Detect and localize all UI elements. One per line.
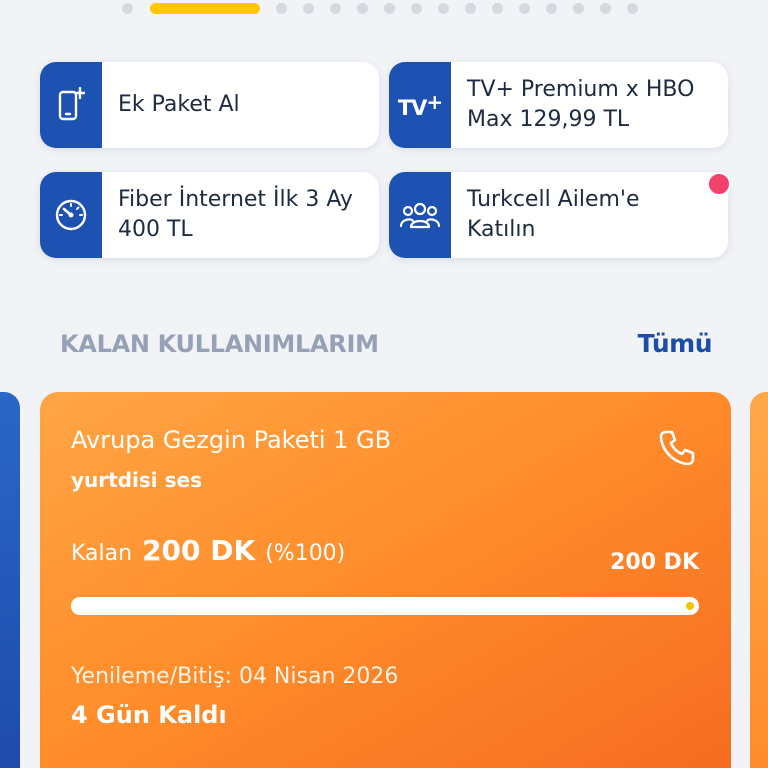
tv-plus-icon: TV+	[389, 62, 451, 148]
tv-logo-plus: +	[426, 90, 443, 114]
page-dot[interactable]	[546, 3, 557, 14]
section-title: KALAN KULLANIMLARIM	[60, 330, 379, 358]
page-dot[interactable]	[465, 3, 476, 14]
remaining-percent: (%100)	[265, 541, 346, 566]
page-dot[interactable]	[573, 3, 584, 14]
remaining-value: 200 DK	[142, 534, 256, 567]
remaining-label: Kalan	[71, 541, 133, 566]
quick-action-label: TV+ Premium x HBO Max 129,99 TL	[467, 77, 695, 132]
quick-action-label: Ek Paket Al	[118, 92, 240, 117]
quick-action-turkcell-ailem[interactable]: Turkcell Ailem'e Katılın	[389, 172, 728, 258]
package-name: Avrupa Gezgin Paketi 1 GB	[71, 426, 392, 454]
quick-action-label: Fiber İnternet İlk 3 Ay 400 TL	[118, 187, 353, 242]
usage-progress-bar	[71, 597, 699, 615]
page-dot[interactable]	[600, 3, 611, 14]
see-all-link[interactable]: Tümü	[638, 329, 713, 358]
page-indicator	[0, 3, 768, 15]
usage-card-next[interactable]	[750, 392, 768, 768]
tv-logo-text: TV	[397, 96, 428, 120]
page-dot[interactable]	[276, 3, 287, 14]
page-dot[interactable]	[357, 3, 368, 14]
page-dot[interactable]	[519, 3, 530, 14]
page-dot[interactable]	[122, 3, 133, 14]
phone-plus-icon	[40, 62, 102, 148]
remaining-amount: Kalan 200 DK (%100)	[71, 534, 345, 567]
quick-action-label: Turkcell Ailem'e Katılın	[467, 187, 640, 242]
family-icon	[389, 172, 451, 258]
days-left: 4 Gün Kaldı	[71, 701, 227, 729]
page-dot[interactable]	[492, 3, 503, 14]
total-amount: 200 DK	[610, 550, 699, 575]
app-screen: Ek Paket Al TV+ TV+ Premium x HBO Max 12…	[0, 0, 768, 768]
quick-action-fiber-internet[interactable]: Fiber İnternet İlk 3 Ay 400 TL	[40, 172, 379, 258]
page-dot[interactable]	[303, 3, 314, 14]
speedometer-icon	[40, 172, 102, 258]
quick-action-tv-plus[interactable]: TV+ TV+ Premium x HBO Max 129,99 TL	[389, 62, 728, 148]
usage-progress-fill	[71, 597, 699, 615]
page-dot[interactable]	[384, 3, 395, 14]
phone-icon	[659, 430, 695, 466]
usage-card[interactable]: Avrupa Gezgin Paketi 1 GB yurtdisi ses K…	[40, 392, 731, 768]
page-dot[interactable]	[330, 3, 341, 14]
usage-progress-end-marker	[686, 602, 694, 610]
page-dot[interactable]	[438, 3, 449, 14]
page-dot[interactable]	[411, 3, 422, 14]
usage-card-previous[interactable]	[0, 392, 20, 768]
package-type: yurtdisi ses	[71, 468, 202, 492]
renewal-date: Yenileme/Bitiş: 04 Nisan 2026	[71, 664, 399, 689]
notification-badge	[707, 172, 731, 196]
quick-action-ek-paket-al[interactable]: Ek Paket Al	[40, 62, 379, 148]
page-dot[interactable]	[627, 3, 638, 14]
page-dot-active[interactable]	[150, 3, 260, 14]
